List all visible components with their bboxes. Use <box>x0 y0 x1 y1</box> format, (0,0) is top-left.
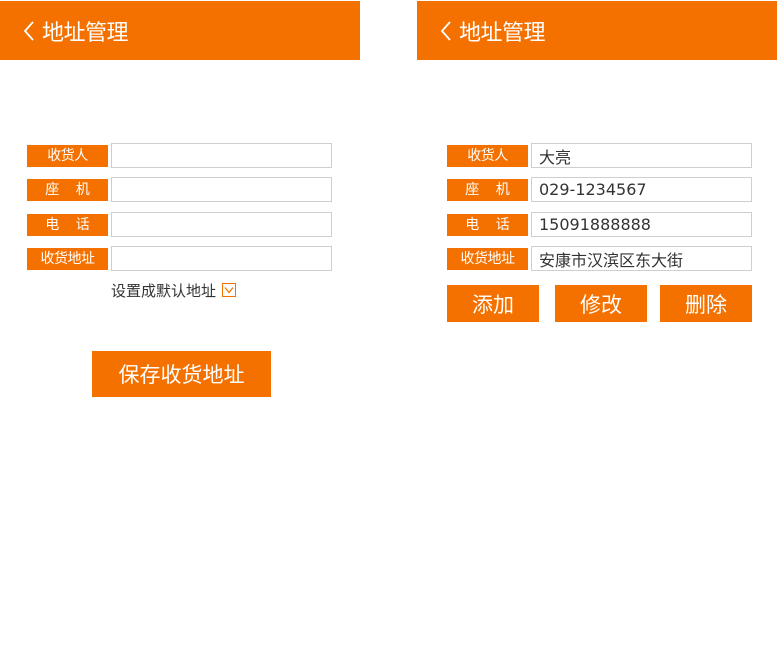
default-address-label: 设置成默认地址 <box>111 281 217 300</box>
phone-row: 电 话 <box>447 212 752 237</box>
default-address-toggle[interactable]: 设置成默认地址 <box>111 280 237 300</box>
check-icon <box>224 287 234 294</box>
phone-input[interactable] <box>111 212 332 237</box>
header-bar: 地址管理 <box>0 1 360 60</box>
landline-row: 座 机 <box>447 177 752 202</box>
recipient-label: 收货人 <box>27 144 108 167</box>
address-row: 收货地址 <box>447 246 752 271</box>
chevron-left-icon[interactable] <box>18 20 40 42</box>
default-address-checkbox[interactable] <box>222 283 237 297</box>
phone-input[interactable] <box>531 212 752 237</box>
address-input[interactable] <box>531 246 752 271</box>
recipient-row: 收货人 <box>27 143 332 168</box>
address-form-screen-empty: 地址管理 收货人 座 机 电 话 收货地址 设置成默认地址 保存收货地址 <box>0 0 360 664</box>
address-row: 收货地址 <box>27 246 332 271</box>
page-title: 地址管理 <box>42 20 129 46</box>
recipient-label: 收货人 <box>447 144 528 167</box>
landline-label: 座 机 <box>27 178 108 201</box>
edit-button[interactable]: 修改 <box>555 285 647 322</box>
header-bar: 地址管理 <box>417 1 777 60</box>
save-address-button[interactable]: 保存收货地址 <box>92 351 271 397</box>
address-input[interactable] <box>111 246 332 271</box>
landline-input[interactable] <box>111 177 332 202</box>
address-label: 收货地址 <box>447 247 528 270</box>
recipient-input[interactable] <box>531 143 752 168</box>
landline-input[interactable] <box>531 177 752 202</box>
address-form-screen-filled: 地址管理 收货人 座 机 电 话 收货地址 添加 修改 删除 <box>417 0 777 664</box>
recipient-input[interactable] <box>111 143 332 168</box>
chevron-left-icon[interactable] <box>435 20 457 42</box>
recipient-row: 收货人 <box>447 143 752 168</box>
landline-label: 座 机 <box>447 178 528 201</box>
phone-label: 电 话 <box>27 213 108 236</box>
page-title: 地址管理 <box>459 20 546 46</box>
phone-row: 电 话 <box>27 212 332 237</box>
landline-row: 座 机 <box>27 177 332 202</box>
add-button[interactable]: 添加 <box>447 285 539 322</box>
delete-button[interactable]: 删除 <box>660 285 752 322</box>
address-label: 收货地址 <box>27 247 108 270</box>
phone-label: 电 话 <box>447 213 528 236</box>
